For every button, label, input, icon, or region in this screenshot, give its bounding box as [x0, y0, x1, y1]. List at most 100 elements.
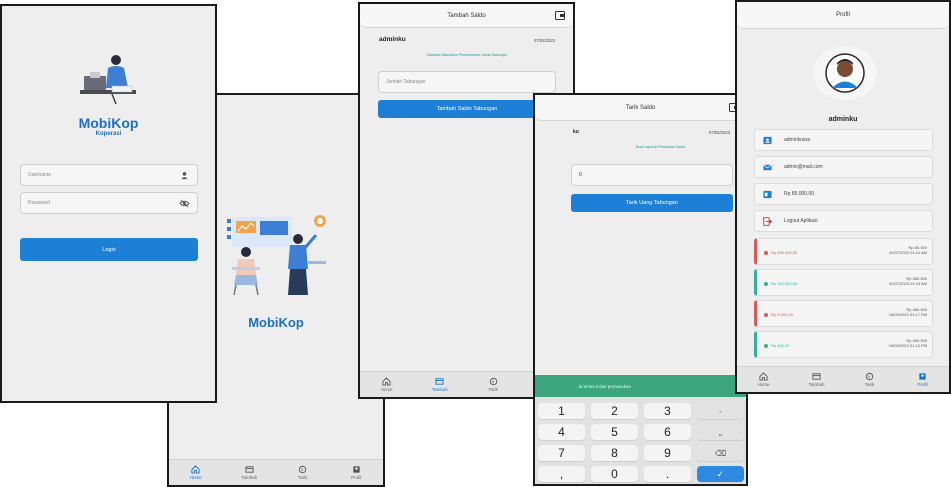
- nav-tarik-label: Tarik: [297, 475, 308, 480]
- tarik-topbar: Tarik Saldo: [535, 95, 746, 121]
- nav-home[interactable]: Home: [360, 372, 413, 397]
- eye-off-icon[interactable]: [179, 199, 190, 208]
- key-7[interactable]: 7: [538, 445, 585, 461]
- key-4[interactable]: 4: [538, 424, 585, 440]
- nav-tambah[interactable]: Tambah: [223, 460, 277, 485]
- tarik-amount-input[interactable]: 0: [571, 164, 733, 186]
- menu-row-email: admin@mail.com: [754, 156, 933, 178]
- key-5[interactable]: 5: [591, 424, 638, 440]
- profil-username: adminku: [828, 116, 858, 123]
- txn-amount: Rp 5.000,00: [771, 312, 793, 317]
- out-dot-icon: [764, 250, 768, 255]
- transaction-card: Rp 500.000,00 Rp 85.000 02/07/2023 01:24 …: [754, 238, 933, 265]
- menu-label-balance: Rp 85.000,00: [784, 191, 815, 197]
- nav-tarik[interactable]: $ Tarik: [276, 460, 330, 485]
- key-3[interactable]: 3: [644, 403, 691, 419]
- key-8[interactable]: 8: [591, 445, 638, 461]
- home-icon: [759, 372, 768, 381]
- tarik-toast-text: ...la terkecil dari pemasukan: [575, 383, 632, 389]
- password-field[interactable]: Password: [20, 192, 198, 214]
- profil-topbar: Profil: [737, 2, 949, 29]
- numeric-keyboard: 1 2 3 - 4 5 6 ⎵ 7 8 9 ⌫ , 0 . ✓: [535, 397, 746, 484]
- key-minus[interactable]: -: [697, 403, 744, 419]
- key-done[interactable]: ✓: [697, 466, 744, 482]
- transaction-card: Rp 5.000,00 Rp 485.000 16/05/2023 01:17 P…: [754, 300, 933, 327]
- profil-screen: Profil adminku adminkuxxx admin@mail.com…: [735, 0, 951, 394]
- nav-tambah-label: Tambah: [241, 475, 258, 480]
- tarik-toast: ...la terkecil dari pemasukan: [535, 375, 746, 397]
- txn-datetime: 16/05/2023 01:17 PM: [888, 312, 927, 317]
- nav-home-label: Home: [757, 382, 770, 387]
- svg-text:$: $: [868, 375, 870, 379]
- nav-home-label: Home: [380, 387, 393, 392]
- transaction-card: Rp 400.00 Rp 490.000 16/05/2023 01:13 PM: [754, 331, 933, 358]
- profile-icon: [353, 466, 360, 473]
- home-icon: [191, 465, 200, 474]
- txn-datetime: 02/07/2023 01:24 AM: [888, 281, 927, 286]
- wallet-icon: [763, 190, 772, 198]
- key-2[interactable]: 2: [591, 403, 638, 419]
- key-6[interactable]: 6: [644, 424, 691, 440]
- txn-amount: Rp 500.000,00: [771, 250, 798, 255]
- nav-tambah[interactable]: Tambah: [413, 372, 466, 397]
- nav-tambah-label: Tambah: [808, 382, 825, 387]
- login-subtitle: Koperasi: [95, 131, 122, 137]
- card-icon: [245, 466, 254, 473]
- in-dot-icon: [764, 343, 768, 348]
- tambah-amount-input[interactable]: Jumlah Tabungan: [378, 71, 556, 93]
- key-space[interactable]: ⎵: [697, 424, 744, 440]
- tarik-info: Buat Laporan Penarikan Saldo: [636, 145, 685, 149]
- key-9[interactable]: 9: [644, 445, 691, 461]
- nav-profil-label: Profil: [917, 382, 928, 387]
- in-dot-icon: [764, 281, 768, 286]
- nav-profil-label: Profil: [351, 475, 362, 480]
- login-illustration: [76, 52, 140, 105]
- tambah-submit-button[interactable]: Tambah Saldo Tabungan: [378, 100, 556, 118]
- menu-label-logout: Logout Aplikasi: [784, 218, 818, 224]
- logout-button[interactable]: Logout Aplikasi: [754, 210, 933, 232]
- tarik-date: 07/02/2023: [709, 130, 730, 135]
- exchange-icon: $: [489, 377, 497, 386]
- menu-label-username: adminkuxxx: [784, 137, 811, 143]
- wallet-icon[interactable]: [555, 11, 565, 20]
- nav-home-label: Home: [189, 475, 202, 480]
- tarik-submit-button[interactable]: Tarik Uang Tabungan: [571, 194, 733, 212]
- nav-tambah[interactable]: Tambah: [790, 367, 843, 392]
- transaction-card: Rp 100.000,00 Rp 585.000 02/07/2023 01:24…: [754, 269, 933, 296]
- key-comma[interactable]: ,: [538, 466, 585, 482]
- key-0[interactable]: 0: [591, 466, 638, 482]
- username-field[interactable]: Username: [20, 164, 198, 186]
- login-button[interactable]: Login: [20, 238, 198, 261]
- nav-home[interactable]: Home: [737, 367, 790, 392]
- key-backspace[interactable]: ⌫: [697, 445, 744, 461]
- nav-tarik[interactable]: $ Tarik: [467, 372, 520, 397]
- tambah-date: 07/02/2023: [534, 38, 555, 43]
- svg-text:$: $: [492, 380, 494, 384]
- tambah-amount-placeholder: Jumlah Tabungan: [386, 79, 426, 85]
- tambah-title: Tambah Saldo: [447, 12, 486, 19]
- exchange-icon: $: [865, 372, 874, 381]
- nav-home[interactable]: Home: [169, 460, 223, 485]
- profil-title: Profil: [836, 12, 850, 18]
- tambah-username: adminku: [379, 36, 406, 43]
- password-placeholder: Password: [28, 200, 50, 206]
- exchange-icon: $: [299, 465, 307, 474]
- out-dot-icon: [764, 312, 768, 317]
- id-card-icon: [763, 136, 772, 144]
- txn-datetime: 16/05/2023 01:13 PM: [888, 343, 927, 348]
- nav-profil[interactable]: Profil: [330, 460, 384, 485]
- username-placeholder: Username: [28, 172, 52, 178]
- nav-tarik[interactable]: $ Tarik: [843, 367, 896, 392]
- user-icon: [181, 172, 188, 180]
- txn-amount: Rp 100.000,00: [771, 281, 798, 286]
- tarik-saldo-screen: Tarik Saldo ku 07/02/2023 Buat Laporan P…: [533, 93, 748, 486]
- tarik-username: ku: [573, 129, 579, 135]
- splash-illustration: [224, 207, 334, 297]
- key-1[interactable]: 1: [538, 403, 585, 419]
- menu-row-username: adminkuxxx: [754, 129, 933, 151]
- key-period[interactable]: .: [644, 466, 691, 482]
- splash-bottom-nav: Home Tambah $ Tarik Profil: [169, 459, 383, 485]
- nav-tarik-label: Tarik: [864, 382, 875, 387]
- nav-profil[interactable]: Profil: [896, 367, 949, 392]
- mail-icon: [763, 164, 772, 170]
